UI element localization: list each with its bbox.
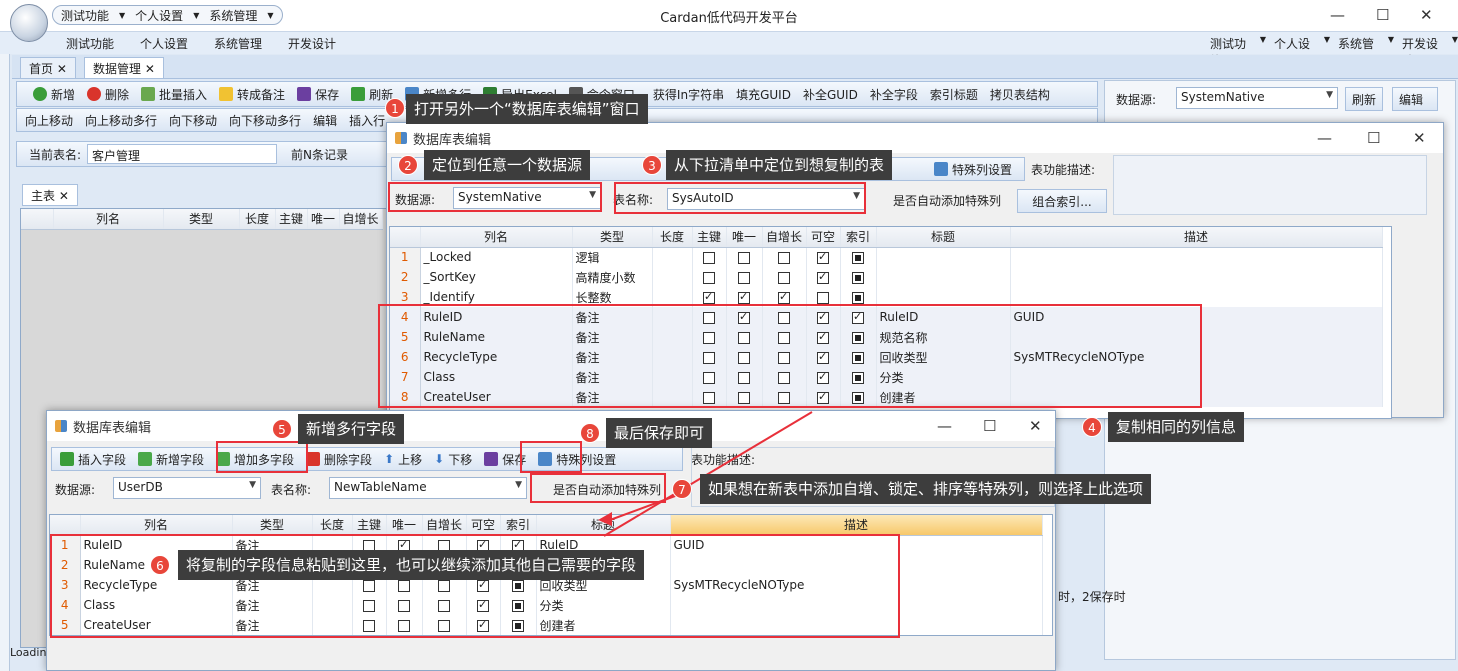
callout-3: 从下拉清单中定位到想复制的表 bbox=[666, 150, 893, 180]
callout-number-6: 6 bbox=[150, 555, 170, 575]
callout-number-1: 1 bbox=[385, 98, 405, 118]
callout-number-2: 2 bbox=[398, 155, 418, 175]
callout-number-5: 5 bbox=[272, 419, 292, 439]
callout-number-4: 4 bbox=[1082, 417, 1102, 437]
callout-5: 新增多行字段 bbox=[298, 414, 405, 444]
callout-2: 定位到任意一个数据源 bbox=[424, 150, 591, 180]
callout-number-3: 3 bbox=[642, 155, 662, 175]
callout-number-8: 8 bbox=[580, 423, 600, 443]
callout-4: 复制相同的列信息 bbox=[1108, 412, 1245, 442]
callout-number-7: 7 bbox=[672, 479, 692, 499]
callout-7: 如果想在新表中添加自增、锁定、排序等特殊列，则选择上此选项 bbox=[700, 474, 1152, 504]
callout-1: 打开另外一个“数据库表编辑”窗口 bbox=[406, 94, 648, 124]
app-orb-icon[interactable] bbox=[10, 4, 48, 42]
callout-6: 将复制的字段信息粘贴到这里，也可以继续添加其他自己需要的字段 bbox=[178, 550, 645, 580]
callout-8: 最后保存即可 bbox=[606, 418, 713, 448]
